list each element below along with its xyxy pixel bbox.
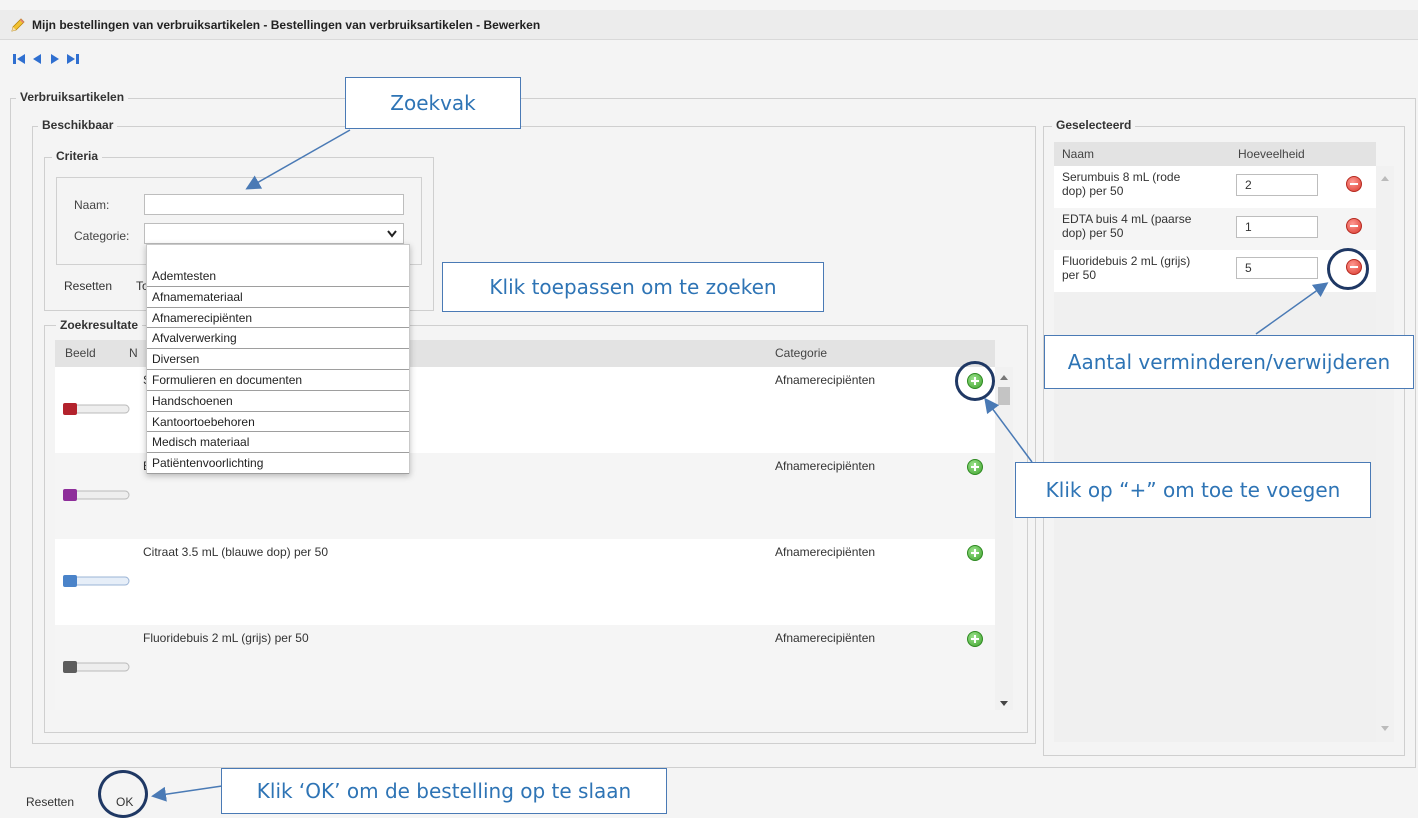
row-category: Afnamerecipiënten [775, 631, 876, 645]
beschikbaar-legend: Beschikbaar [38, 118, 118, 132]
pencil-icon [11, 17, 25, 32]
results-scrollbar[interactable] [995, 367, 1013, 710]
selected-name-line: per 50 [1062, 268, 1097, 282]
criteria-legend: Criteria [52, 149, 103, 163]
tube-image [63, 661, 133, 673]
scroll-up-arrow[interactable] [1381, 176, 1389, 181]
next-record-icon[interactable] [48, 52, 62, 66]
quantity-input[interactable]: 2 [1236, 174, 1318, 196]
dropdown-option[interactable]: Diversen [147, 349, 409, 370]
reset-button[interactable]: Resetten [26, 795, 74, 809]
table-row[interactable]: Fluoridebuis 2 mL (grijs) per 50 Afnamer… [55, 625, 995, 710]
row-category: Afnamerecipiënten [775, 373, 876, 387]
naam-input[interactable] [144, 194, 404, 215]
selected-scrollbar[interactable] [1376, 166, 1394, 742]
last-record-icon[interactable] [66, 52, 80, 66]
first-record-icon[interactable] [12, 52, 26, 66]
window-title-bar: Mijn bestellingen van verbruiksartikelen… [0, 10, 1418, 40]
header-image: Beeld [65, 346, 96, 360]
selected-name-line: dop) per 50 [1062, 226, 1124, 240]
categorie-select[interactable] [144, 223, 404, 244]
criteria-reset-button[interactable]: Resetten [64, 279, 112, 293]
selected-row[interactable]: Serumbuis 8 mL (rode dop) per 50 2 [1054, 166, 1376, 208]
category-dropdown-list[interactable]: Ademtesten Afnamemateriaal Afnamerecipië… [146, 244, 410, 474]
add-icon[interactable] [967, 459, 983, 475]
dropdown-option[interactable]: Kantoortoebehoren [147, 412, 409, 433]
row-category: Afnamerecipiënten [775, 459, 876, 473]
dropdown-option[interactable]: Afvalverwerking [147, 328, 409, 350]
highlight-ring-remove [1327, 248, 1369, 290]
tube-image [63, 489, 133, 501]
callout-add: Klik op “+” om toe te voegen [1015, 462, 1371, 518]
highlight-ring-add [955, 361, 995, 401]
add-icon[interactable] [967, 545, 983, 561]
naam-label: Naam: [74, 198, 110, 212]
tube-image [63, 403, 133, 415]
quantity-input[interactable]: 5 [1236, 257, 1318, 279]
geselecteerd-legend: Geselecteerd [1052, 118, 1136, 132]
record-navigation [12, 52, 80, 66]
scroll-down-arrow[interactable] [1381, 726, 1389, 731]
dropdown-option[interactable]: Medisch materiaal [147, 432, 409, 454]
selected-name-line: EDTA buis 4 mL (paarse [1062, 212, 1192, 226]
dropdown-option[interactable]: Afnamemateriaal [147, 287, 409, 308]
scroll-up-arrow[interactable] [1000, 375, 1008, 380]
quantity-input[interactable]: 1 [1236, 216, 1318, 238]
callout-ok: Klik ‘OK’ om de bestelling op te slaan [221, 768, 667, 814]
row-category: Afnamerecipiënten [775, 545, 876, 559]
dropdown-option[interactable]: Ademtesten [147, 266, 409, 287]
dropdown-empty-option[interactable] [147, 245, 409, 266]
table-row[interactable]: Citraat 3.5 mL (blauwe dop) per 50 Afnam… [55, 539, 995, 625]
header-hoeveelheid: Hoeveelheid [1238, 147, 1305, 161]
add-icon[interactable] [967, 631, 983, 647]
dropdown-option[interactable]: Patiëntenvoorlichting [147, 453, 409, 474]
zoekresultaten-legend: Zoekresultate [56, 318, 143, 332]
row-name: Citraat 3.5 mL (blauwe dop) per 50 [143, 545, 328, 559]
header-category: Categorie [775, 346, 828, 360]
header-naam: Naam [1062, 147, 1095, 161]
scroll-down-arrow[interactable] [1000, 701, 1008, 706]
scroll-thumb[interactable] [998, 387, 1010, 405]
row-name: Fluoridebuis 2 mL (grijs) per 50 [143, 631, 309, 645]
dropdown-option[interactable]: Formulieren en documenten [147, 370, 409, 391]
selected-row[interactable]: EDTA buis 4 mL (paarse dop) per 50 1 [1054, 208, 1376, 250]
selected-header-row: Naam Hoeveelheid [1054, 142, 1376, 166]
tube-image [63, 575, 133, 587]
header-name: N [129, 346, 138, 360]
select-chevron-icon [387, 230, 397, 238]
selected-name-line: Serumbuis 8 mL (rode [1062, 170, 1181, 184]
selected-name-line: Fluoridebuis 2 mL (grijs) [1062, 254, 1191, 268]
categorie-label: Categorie: [74, 229, 130, 243]
highlight-ring-ok [98, 770, 148, 818]
remove-icon[interactable] [1346, 218, 1362, 234]
dropdown-option[interactable]: Afnamerecipiënten [147, 308, 409, 329]
callout-apply: Klik toepassen om te zoeken [442, 262, 824, 312]
callout-decrease: Aantal verminderen/verwijderen [1044, 335, 1414, 389]
selected-name-line: dop) per 50 [1062, 184, 1124, 198]
remove-icon[interactable] [1346, 176, 1362, 192]
verbruiksartikelen-legend: Verbruiksartikelen [16, 90, 129, 104]
callout-search-box: Zoekvak [345, 77, 521, 129]
previous-record-icon[interactable] [30, 52, 44, 66]
dropdown-option[interactable]: Handschoenen [147, 391, 409, 412]
window-title: Mijn bestellingen van verbruiksartikelen… [32, 17, 541, 32]
selected-grid: Naam Hoeveelheid Serumbuis 8 mL (rode do… [1054, 142, 1376, 742]
